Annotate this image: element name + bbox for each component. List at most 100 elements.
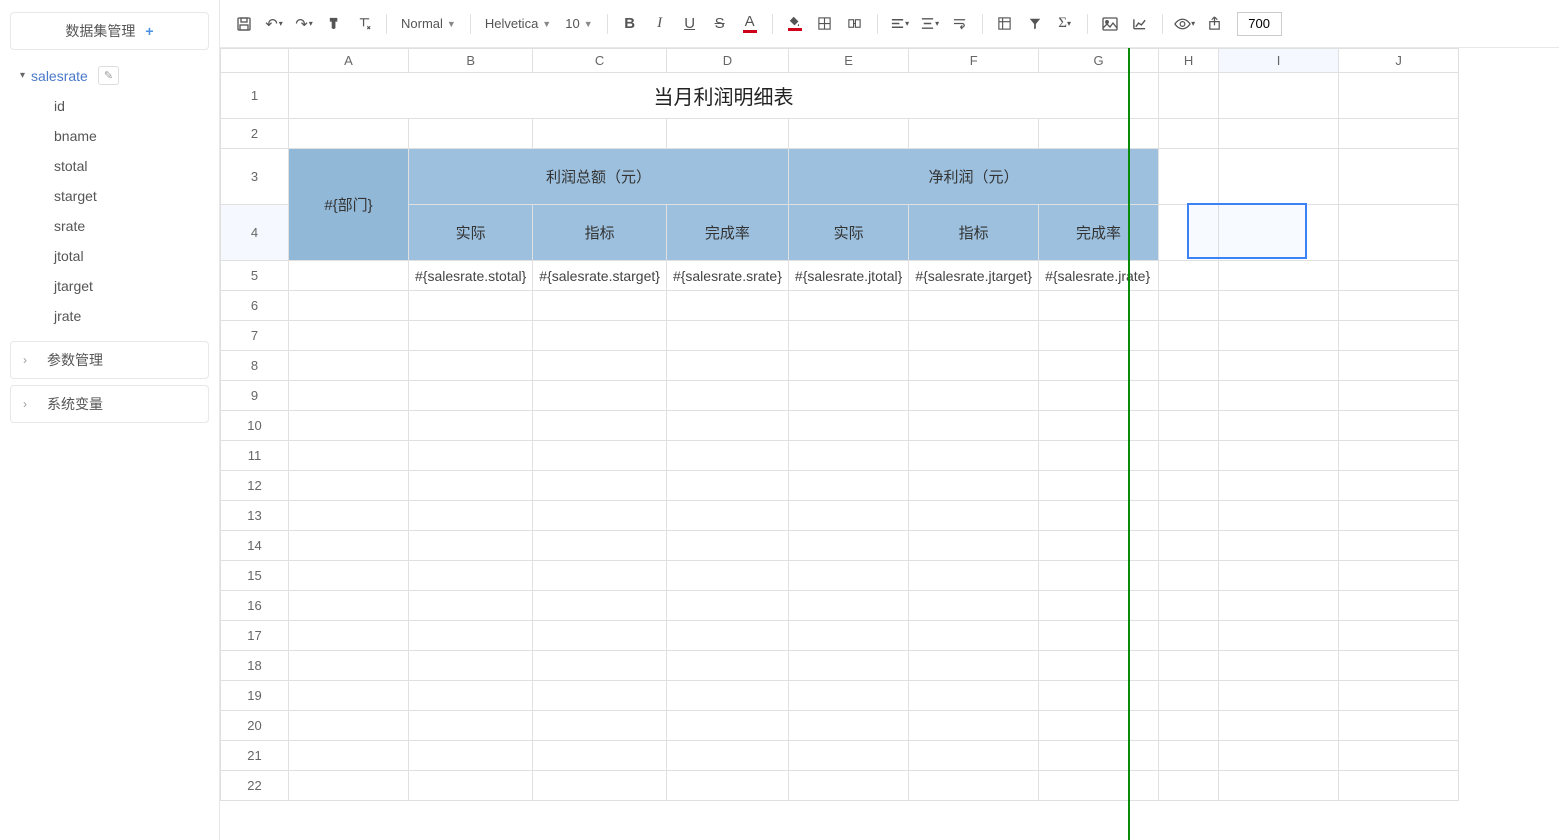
col-header-C[interactable]: C — [533, 49, 667, 73]
cell[interactable] — [289, 351, 409, 381]
cell[interactable] — [533, 681, 667, 711]
col-header-H[interactable]: H — [1159, 49, 1219, 73]
tree-leaf-jtotal[interactable]: jtotal — [54, 241, 209, 271]
cell[interactable] — [289, 321, 409, 351]
cell[interactable] — [1039, 441, 1159, 471]
cell[interactable]: #{salesrate.jrate} — [1039, 261, 1159, 291]
cell[interactable] — [1219, 441, 1339, 471]
cell[interactable] — [1039, 119, 1159, 149]
cell[interactable] — [1039, 741, 1159, 771]
cell[interactable] — [409, 711, 533, 741]
cell[interactable] — [1159, 651, 1219, 681]
row-header-20[interactable]: 20 — [221, 711, 289, 741]
cell[interactable] — [1339, 149, 1459, 205]
cell[interactable] — [909, 119, 1039, 149]
zoom-input[interactable] — [1237, 12, 1282, 36]
cell[interactable] — [1339, 73, 1459, 119]
cell[interactable] — [1039, 771, 1159, 801]
cell[interactable] — [1159, 681, 1219, 711]
cell[interactable] — [1219, 119, 1339, 149]
cell[interactable] — [1219, 351, 1339, 381]
cell[interactable] — [1159, 261, 1219, 291]
cell[interactable] — [1219, 531, 1339, 561]
cell[interactable] — [909, 741, 1039, 771]
cell[interactable] — [289, 261, 409, 291]
undo-icon[interactable]: ↶▾ — [260, 10, 288, 38]
tree-leaf-jtarget[interactable]: jtarget — [54, 271, 209, 301]
cell[interactable] — [666, 351, 788, 381]
cell[interactable] — [909, 681, 1039, 711]
cell[interactable] — [788, 681, 908, 711]
cell[interactable] — [1219, 471, 1339, 501]
cell[interactable] — [788, 741, 908, 771]
row-header-9[interactable]: 9 — [221, 381, 289, 411]
cell[interactable] — [533, 351, 667, 381]
cell[interactable] — [788, 561, 908, 591]
cell[interactable] — [666, 591, 788, 621]
cell[interactable] — [1219, 321, 1339, 351]
col-header-F[interactable]: F — [909, 49, 1039, 73]
cell[interactable] — [1039, 531, 1159, 561]
row-header-8[interactable]: 8 — [221, 351, 289, 381]
cell[interactable] — [409, 621, 533, 651]
cell[interactable] — [909, 621, 1039, 651]
cell[interactable] — [289, 681, 409, 711]
cell[interactable] — [1339, 261, 1459, 291]
format-select[interactable]: Normal▼ — [395, 10, 462, 38]
preview-icon[interactable]: ▾ — [1171, 10, 1199, 38]
cell[interactable] — [289, 651, 409, 681]
format-painter-icon[interactable] — [320, 10, 348, 38]
col-header-D[interactable]: D — [666, 49, 788, 73]
cell[interactable]: #{salesrate.stotal} — [409, 261, 533, 291]
cell[interactable]: #{salesrate.starget} — [533, 261, 667, 291]
cell[interactable]: 完成率 — [666, 205, 788, 261]
cell[interactable] — [1039, 291, 1159, 321]
cell[interactable] — [409, 441, 533, 471]
cell[interactable] — [1339, 119, 1459, 149]
cell[interactable] — [1039, 711, 1159, 741]
col-header-A[interactable]: A — [289, 49, 409, 73]
params-manage-button[interactable]: › 参数管理 — [10, 341, 209, 379]
cell[interactable] — [1159, 561, 1219, 591]
cell[interactable] — [1159, 621, 1219, 651]
row-header-13[interactable]: 13 — [221, 501, 289, 531]
cell[interactable] — [788, 119, 908, 149]
cell[interactable] — [909, 291, 1039, 321]
corner[interactable] — [221, 49, 289, 73]
borders-icon[interactable] — [811, 10, 839, 38]
cell[interactable] — [1159, 771, 1219, 801]
cell[interactable] — [788, 381, 908, 411]
tree-leaf-jrate[interactable]: jrate — [54, 301, 209, 331]
cell[interactable] — [788, 711, 908, 741]
cell[interactable] — [289, 591, 409, 621]
text-color-icon[interactable]: A — [736, 10, 764, 38]
cell[interactable] — [289, 621, 409, 651]
clear-format-icon[interactable] — [350, 10, 378, 38]
row-header-3[interactable]: 3 — [221, 149, 289, 205]
cell[interactable] — [1219, 291, 1339, 321]
cell[interactable] — [1219, 591, 1339, 621]
cell[interactable] — [909, 651, 1039, 681]
dataset-manage-button[interactable]: 数据集管理 + — [10, 12, 209, 50]
cell[interactable] — [1159, 381, 1219, 411]
cell[interactable] — [1159, 73, 1219, 119]
cell[interactable] — [533, 441, 667, 471]
cell[interactable] — [666, 741, 788, 771]
cell[interactable] — [1219, 681, 1339, 711]
row-header-18[interactable]: 18 — [221, 651, 289, 681]
cell[interactable] — [1159, 149, 1219, 205]
cell[interactable] — [666, 441, 788, 471]
cell[interactable]: 当月利润明细表 — [289, 73, 1159, 119]
cell[interactable] — [533, 771, 667, 801]
cell[interactable] — [666, 531, 788, 561]
cell[interactable] — [409, 321, 533, 351]
row-header-21[interactable]: 21 — [221, 741, 289, 771]
cell[interactable] — [1039, 501, 1159, 531]
cell[interactable] — [409, 471, 533, 501]
cell[interactable] — [289, 711, 409, 741]
cell[interactable] — [666, 411, 788, 441]
cell[interactable] — [1219, 411, 1339, 441]
cell[interactable] — [666, 119, 788, 149]
cell[interactable] — [289, 381, 409, 411]
cell[interactable] — [533, 119, 667, 149]
